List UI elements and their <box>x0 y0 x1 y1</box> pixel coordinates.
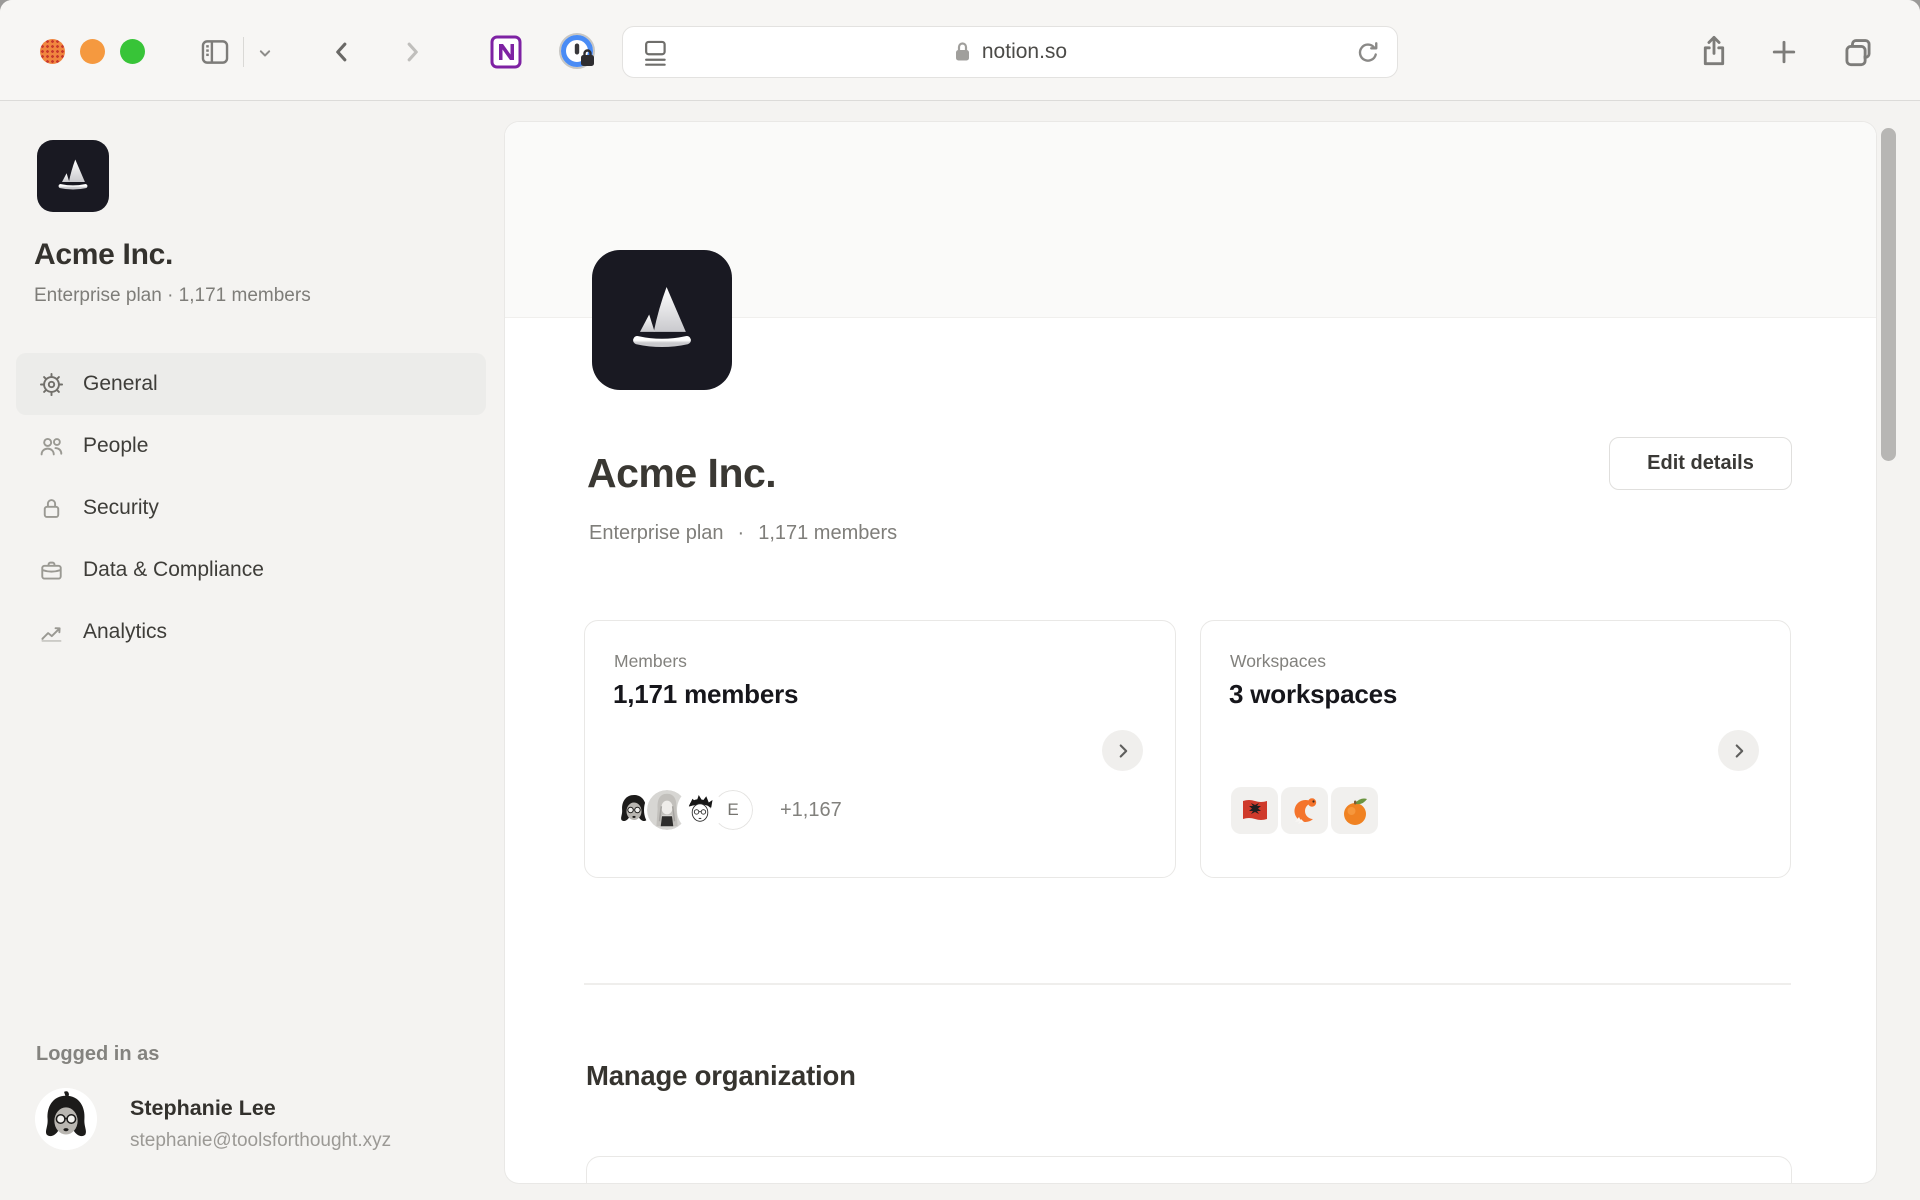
user-avatar[interactable] <box>35 1088 97 1150</box>
sidebar-nav: General People Security <box>16 353 486 663</box>
sidebar-toggle-icon[interactable] <box>198 35 232 69</box>
close-window-button[interactable] <box>40 39 65 64</box>
members-chevron-button[interactable] <box>1102 730 1143 771</box>
workspaces-card[interactable]: Workspaces 3 workspaces <box>1200 620 1791 878</box>
org-logo-large <box>592 250 732 390</box>
org-plan-meta: Enterprise plan · 1,171 members <box>589 522 897 545</box>
password-manager-favicon[interactable] <box>557 31 599 73</box>
chevron-right-icon <box>1112 740 1134 762</box>
workspaces-chevron-button[interactable] <box>1718 730 1759 771</box>
manage-organization-card[interactable] <box>586 1156 1792 1183</box>
sidebar-item-analytics[interactable]: Analytics <box>16 601 486 663</box>
workspaces-card-label: Workspaces <box>1230 651 1326 672</box>
chevron-right-icon <box>1728 740 1750 762</box>
people-icon <box>38 433 65 460</box>
browser-toolbar: notion.so <box>0 0 1920 101</box>
member-count-label: 1,171 members <box>758 522 897 545</box>
logged-in-as-label: Logged in as <box>36 1043 159 1066</box>
manage-organization-heading: Manage organization <box>586 1060 856 1092</box>
url-text: notion.so <box>982 40 1067 64</box>
user-name: Stephanie Lee <box>130 1096 276 1121</box>
sidebar-item-security[interactable]: Security <box>16 477 486 539</box>
scrollbar-thumb[interactable] <box>1881 128 1896 461</box>
member-avatar <box>677 787 723 833</box>
page-title: Acme Inc. <box>587 450 776 497</box>
tab-overview-button[interactable] <box>1839 33 1877 71</box>
org-logo-small <box>37 140 109 212</box>
sidebar-item-general[interactable]: General <box>16 353 486 415</box>
briefcase-icon <box>38 557 65 584</box>
new-tab-button[interactable] <box>1766 34 1802 70</box>
albanian-flag-emoji <box>1231 787 1278 834</box>
sidebar-item-label: Analytics <box>83 620 167 644</box>
secure-lock-icon <box>953 40 972 64</box>
workspaces-card-value: 3 workspaces <box>1229 679 1397 710</box>
sailboat-icon <box>69 160 85 182</box>
share-button[interactable] <box>1695 32 1733 70</box>
sidebar-item-label: General <box>83 372 158 396</box>
sidebar-item-label: Data & Compliance <box>83 558 264 582</box>
members-card-value: 1,171 members <box>613 679 798 710</box>
sidebar-item-data-compliance[interactable]: Data & Compliance <box>16 539 486 601</box>
sidebar-org-meta: Enterprise plan · 1,171 members <box>34 285 311 307</box>
sailboat-icon <box>654 287 686 332</box>
minimize-window-button[interactable] <box>80 39 105 64</box>
user-email: stephanie@toolsforthought.xyz <box>130 1130 391 1152</box>
forward-button[interactable] <box>395 35 429 69</box>
page-format-icon[interactable] <box>641 37 671 74</box>
plan-label: Enterprise plan <box>589 522 724 545</box>
trend-chart-icon <box>38 619 65 646</box>
section-divider <box>584 983 1791 985</box>
members-card[interactable]: Members 1,171 members E +1,167 <box>584 620 1176 878</box>
address-bar[interactable]: notion.so <box>622 26 1398 78</box>
notion-favicon[interactable] <box>487 33 525 71</box>
sidebar-item-label: People <box>83 434 148 458</box>
member-avatar-stack: E +1,167 <box>611 787 842 833</box>
member-overflow-count: +1,167 <box>780 799 842 822</box>
edit-details-button[interactable]: Edit details <box>1609 437 1792 490</box>
back-button[interactable] <box>325 35 359 69</box>
toolbar-divider <box>243 37 244 67</box>
sidebar-item-people[interactable]: People <box>16 415 486 477</box>
dot-separator: · <box>738 522 745 545</box>
browser-window: notion.so <box>0 0 1920 1200</box>
sidebar-item-label: Security <box>83 496 159 520</box>
chevron-down-icon[interactable] <box>255 43 275 63</box>
members-card-label: Members <box>614 651 687 672</box>
gear-icon <box>38 371 65 398</box>
reload-button[interactable] <box>1353 38 1383 73</box>
zoom-window-button[interactable] <box>120 39 145 64</box>
workspace-emoji-row <box>1231 787 1378 834</box>
shrimp-emoji <box>1281 787 1328 834</box>
tangerine-emoji <box>1331 787 1378 834</box>
settings-main-panel: Acme Inc. Enterprise plan · 1,171 member… <box>505 122 1876 1183</box>
lock-icon <box>38 495 65 522</box>
sidebar-org-name: Acme Inc. <box>34 238 173 272</box>
